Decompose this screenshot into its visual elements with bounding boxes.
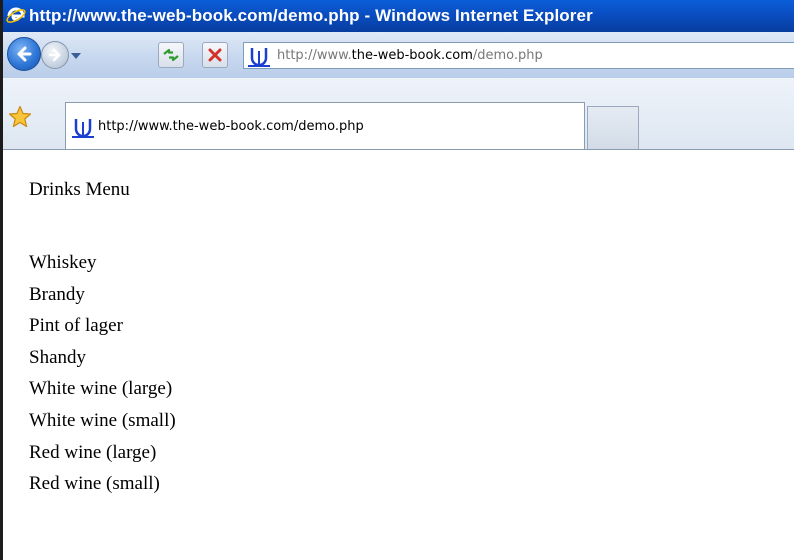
url-domain: the-web-book.com xyxy=(351,48,473,63)
site-favicon-icon xyxy=(247,45,271,67)
stop-icon xyxy=(208,48,222,62)
favorites-star-icon[interactable] xyxy=(8,105,32,129)
url-text: http://www.the-web-book.com/demo.php xyxy=(277,48,543,63)
forward-button[interactable] xyxy=(41,41,69,69)
stop-button[interactable] xyxy=(202,42,228,68)
drink-item: Shandy xyxy=(29,346,86,368)
recent-pages-dropdown[interactable] xyxy=(71,51,81,61)
url-prefix: http://www. xyxy=(277,48,352,63)
refresh-button[interactable] xyxy=(158,42,184,68)
chevron-down-icon xyxy=(71,53,81,59)
url-path: /demo.php xyxy=(472,48,543,63)
drink-item: Whiskey xyxy=(29,252,97,273)
refresh-icon xyxy=(163,48,179,62)
favorites-tab-bar: http://www.the-web-book.com/demo.php xyxy=(3,78,794,150)
drink-item: Red wine (small) xyxy=(29,473,160,495)
page-heading: Drinks Menu xyxy=(29,179,130,200)
drink-item: White wine (large) xyxy=(29,378,173,400)
address-input[interactable]: http://www.the-web-book.com/demo.php xyxy=(243,42,794,69)
navigation-bar: http://www.the-web-book.com/demo.php xyxy=(3,32,794,78)
title-bar[interactable]: http://www.the-web-book.com/demo.php - W… xyxy=(3,0,794,32)
tab-divider xyxy=(3,149,794,150)
new-tab-button[interactable] xyxy=(587,106,639,150)
browser-window: http://www.the-web-book.com/demo.php - W… xyxy=(0,0,794,560)
tab-current-page[interactable]: http://www.the-web-book.com/demo.php xyxy=(65,102,585,150)
drinks-list: Whiskey Brandy Pint of lager Shandy Whit… xyxy=(29,247,176,500)
tab-title: http://www.the-web-book.com/demo.php xyxy=(98,119,364,134)
drink-item: Brandy xyxy=(29,283,85,305)
back-button[interactable] xyxy=(7,37,41,71)
ie-logo-icon xyxy=(5,5,27,27)
drink-item: White wine (small) xyxy=(29,409,176,431)
back-arrow-icon xyxy=(17,46,32,62)
site-favicon-icon xyxy=(71,116,95,138)
page-content: Drinks Menu Whiskey Brandy Pint of lager… xyxy=(3,151,794,560)
forward-arrow-icon xyxy=(48,48,61,62)
drink-item: Red wine (large) xyxy=(29,441,157,463)
drink-item: Pint of lager xyxy=(29,315,123,337)
window-title: http://www.the-web-book.com/demo.php - W… xyxy=(29,6,593,25)
